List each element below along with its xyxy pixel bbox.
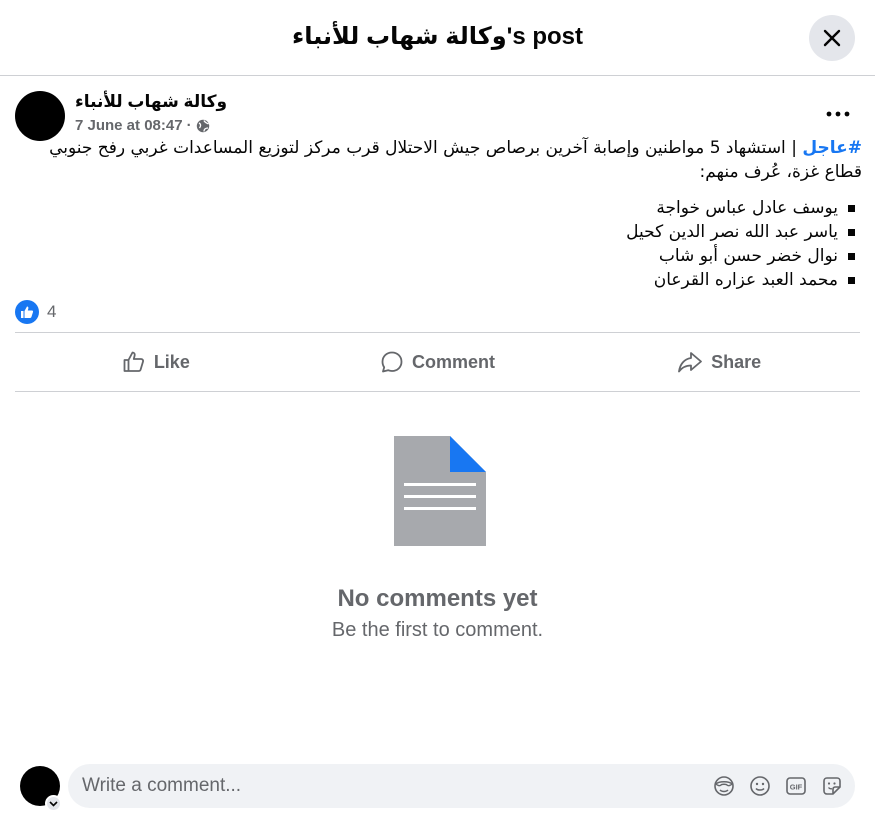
divider — [15, 332, 860, 333]
list-item: يوسف عادل عباس خواجة — [626, 196, 855, 220]
like-label: Like — [153, 351, 190, 372]
action-bar: Like Comment Share — [15, 334, 860, 390]
composer-tools: GIF — [711, 773, 855, 799]
close-button[interactable] — [809, 15, 855, 61]
sticker-icon — [823, 777, 841, 795]
hashtag-link[interactable]: #عاجل — [802, 138, 862, 158]
post-timestamp[interactable]: 7 June at 08:47 — [75, 116, 183, 136]
divider — [15, 391, 860, 392]
meta-separator: · — [186, 117, 192, 134]
comment-input[interactable] — [82, 775, 711, 797]
close-icon — [823, 29, 841, 47]
share-icon — [678, 352, 703, 373]
list-item: ياسر عبد الله نصر الدين كحيل — [626, 220, 855, 244]
avatar-sticker-button[interactable] — [711, 773, 737, 799]
avatar-sticker-icon — [714, 776, 734, 796]
sticker-button[interactable] — [819, 773, 845, 799]
post-text: #عاجل | استشهاد 5 مواطنين وإصابة آخرين ب… — [14, 136, 862, 184]
more-icon — [826, 111, 850, 117]
chevron-down-icon — [49, 800, 58, 807]
comment-composer: GIF — [68, 764, 855, 808]
post-meta: 7 June at 08:47 · — [75, 116, 210, 136]
share-button[interactable]: Share — [578, 334, 860, 390]
account-switcher[interactable] — [45, 795, 62, 812]
reaction-summary[interactable]: 4 — [15, 300, 56, 324]
post-body: | استشهاد 5 مواطنين وإصابة آخرين برصاص ج… — [49, 138, 862, 182]
globe-icon — [196, 119, 209, 133]
reaction-count: 4 — [47, 302, 57, 321]
empty-state-title: No comments yet — [337, 585, 538, 612]
emoji-button[interactable] — [747, 773, 773, 799]
bullet-icon — [848, 204, 855, 212]
list-item: نوال خضر حسن أبو شاب — [626, 244, 855, 268]
svg-text:GIF: GIF — [790, 783, 803, 792]
gif-icon: GIF — [786, 777, 806, 795]
bullet-icon — [848, 252, 855, 260]
gif-button[interactable]: GIF — [783, 773, 809, 799]
document-icon — [394, 436, 486, 546]
empty-state-subtitle: Be the first to comment. — [331, 619, 544, 641]
comment-icon — [381, 351, 403, 373]
dialog-header: وكالة شهاب للأنباء's post — [0, 0, 875, 76]
comment-button[interactable]: Comment — [297, 334, 579, 390]
dialog-title: وكالة شهاب للأنباء's post — [291, 23, 584, 50]
comment-label: Comment — [412, 351, 496, 372]
like-reaction-icon — [15, 300, 39, 324]
bullet-icon — [848, 228, 855, 236]
emoji-icon — [750, 776, 770, 796]
thumbs-up-icon — [123, 351, 144, 372]
like-button[interactable]: Like — [15, 334, 297, 390]
list-item: محمد العبد عزاره القرعان — [626, 268, 855, 292]
names-list: يوسف عادل عباس خواجة ياسر عبد الله نصر ا… — [626, 196, 855, 292]
bullet-icon — [848, 276, 855, 284]
author-avatar[interactable] — [15, 91, 65, 141]
share-label: Share — [711, 351, 762, 372]
post-author[interactable]: وكالة شهاب للأنباء — [75, 91, 227, 113]
more-options-button[interactable] — [820, 100, 856, 128]
